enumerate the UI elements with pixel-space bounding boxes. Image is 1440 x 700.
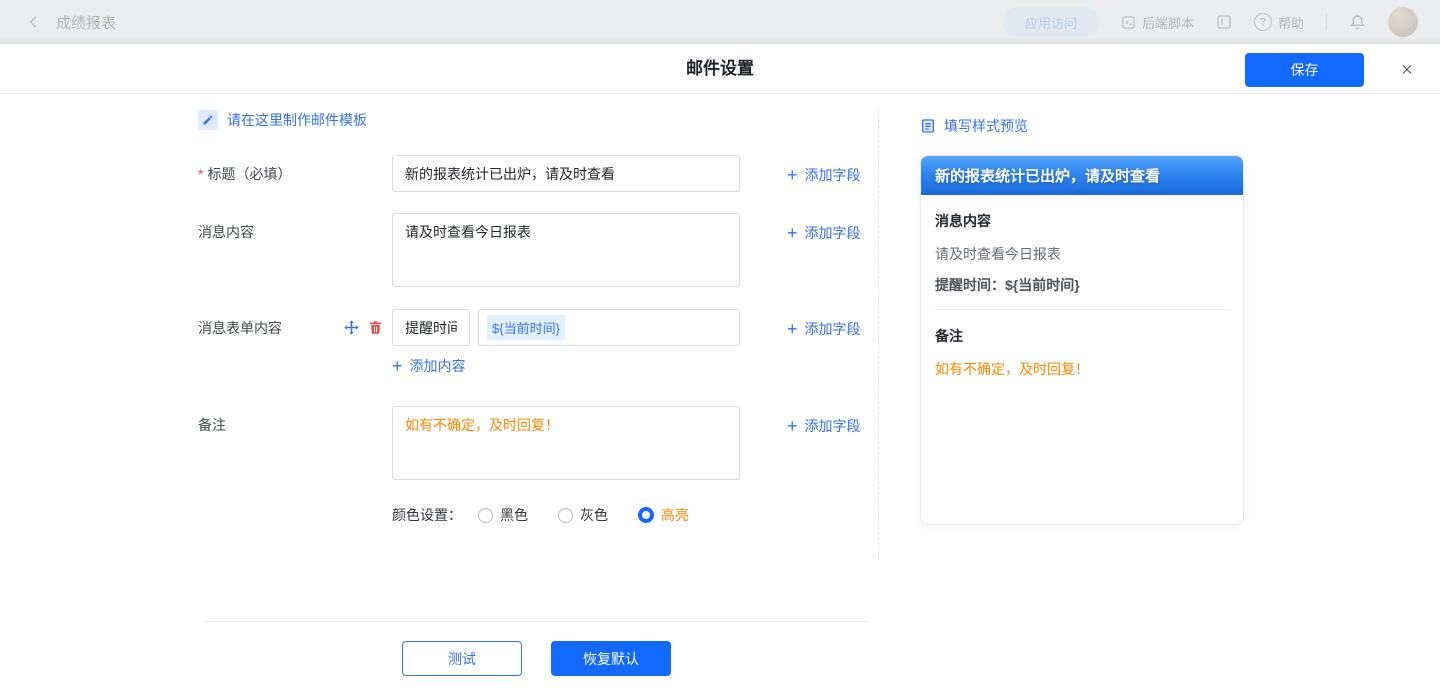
plus-icon: + bbox=[787, 168, 798, 182]
add-field-button-title[interactable]: + 添加字段 bbox=[787, 165, 861, 185]
template-hint-row: 请在这里制作邮件模板 bbox=[198, 110, 367, 130]
radio-checked-icon[interactable] bbox=[638, 507, 654, 523]
add-field-button-content[interactable]: + 添加字段 bbox=[787, 223, 861, 243]
app-topbar: 成绩报表 应用访问 后端脚本 ? 帮助 bbox=[0, 0, 1440, 44]
plus-icon: + bbox=[392, 359, 403, 373]
help-button[interactable]: ? 帮助 bbox=[1254, 13, 1304, 32]
add-field-button-form-content[interactable]: + 添加字段 bbox=[787, 319, 861, 339]
title-label: * 标题（必填） bbox=[198, 155, 291, 192]
trash-icon[interactable] bbox=[368, 320, 383, 335]
restore-default-button[interactable]: 恢复默认 bbox=[551, 641, 671, 676]
preview-header: 填写样式预览 bbox=[920, 116, 1028, 136]
move-icon[interactable] bbox=[344, 320, 359, 335]
radio-icon[interactable] bbox=[558, 508, 573, 523]
content-textarea[interactable]: 请及时查看今日报表 bbox=[392, 213, 740, 287]
bell-icon[interactable] bbox=[1349, 14, 1366, 31]
test-button[interactable]: 测试 bbox=[402, 641, 522, 676]
report-title: 成绩报表 bbox=[56, 12, 116, 33]
form-footer-divider bbox=[205, 621, 868, 622]
email-settings-modal: 邮件设置 保存 请在这里制作邮件模板 * 标题（必填） + 添加字段 消息内容 bbox=[0, 44, 1440, 700]
preview-content-text: 请及时查看今日报表 bbox=[935, 244, 1229, 264]
email-settings-screen: 成绩报表 应用访问 后端脚本 ? 帮助 bbox=[0, 0, 1440, 700]
field-value-input[interactable]: ${当前时间} bbox=[478, 309, 740, 346]
color-settings-label: 颜色设置： bbox=[392, 505, 462, 525]
radio-black[interactable]: 黑色 bbox=[478, 505, 528, 525]
preview-remark-label: 备注 bbox=[935, 326, 1229, 346]
backend-script-button[interactable]: 后端脚本 bbox=[1121, 13, 1194, 32]
avatar[interactable] bbox=[1388, 7, 1418, 37]
title-input[interactable] bbox=[392, 155, 740, 192]
preview-header-label: 填写样式预览 bbox=[944, 116, 1028, 136]
add-field-button-remark[interactable]: + 添加字段 bbox=[787, 416, 861, 436]
form-content-row-actions bbox=[344, 309, 383, 346]
preview-content-label: 消息内容 bbox=[935, 211, 1229, 231]
panel-toggle-icon[interactable] bbox=[1216, 14, 1232, 30]
preview-form-line: 提醒时间：${当前时间} bbox=[935, 275, 1229, 295]
pencil-icon bbox=[198, 110, 218, 130]
save-button[interactable]: 保存 bbox=[1245, 53, 1364, 87]
modal-header: 邮件设置 保存 bbox=[0, 44, 1440, 94]
back-chevron-icon[interactable] bbox=[26, 14, 42, 30]
add-content-button[interactable]: + 添加内容 bbox=[392, 356, 466, 376]
plus-icon: + bbox=[787, 226, 798, 240]
modal-title: 邮件设置 bbox=[0, 44, 1440, 93]
remark-label: 备注 bbox=[198, 406, 226, 443]
radio-gray[interactable]: 灰色 bbox=[558, 505, 608, 525]
close-icon[interactable] bbox=[1395, 57, 1419, 81]
app-access-button[interactable]: 应用访问 bbox=[1003, 7, 1099, 37]
radio-highlight[interactable]: 高亮 bbox=[638, 505, 689, 525]
script-icon bbox=[1121, 15, 1136, 30]
preview-remark-text: 如有不确定，及时回复！ bbox=[935, 359, 1229, 379]
document-icon bbox=[920, 118, 936, 134]
template-hint-text: 请在这里制作邮件模板 bbox=[227, 110, 367, 130]
remark-textarea[interactable]: 如有不确定，及时回复！ bbox=[392, 406, 740, 480]
preview-card-title: 新的报表统计已出炉，请及时查看 bbox=[921, 156, 1243, 195]
preview-divider bbox=[935, 309, 1229, 310]
preview-card: 新的报表统计已出炉，请及时查看 消息内容 请及时查看今日报表 提醒时间：${当前… bbox=[920, 155, 1244, 525]
required-mark: * bbox=[198, 166, 203, 182]
radio-icon[interactable] bbox=[478, 508, 493, 523]
field-name-input[interactable] bbox=[392, 309, 470, 346]
topbar-divider bbox=[1326, 14, 1327, 30]
vertical-dashed-divider bbox=[878, 110, 879, 560]
variable-tag[interactable]: ${当前时间} bbox=[487, 315, 565, 340]
content-label: 消息内容 bbox=[198, 213, 254, 250]
question-icon: ? bbox=[1254, 13, 1272, 31]
color-settings-row: 颜色设置： 黑色 灰色 高亮 bbox=[392, 505, 719, 525]
plus-icon: + bbox=[787, 419, 798, 433]
plus-icon: + bbox=[787, 322, 798, 336]
